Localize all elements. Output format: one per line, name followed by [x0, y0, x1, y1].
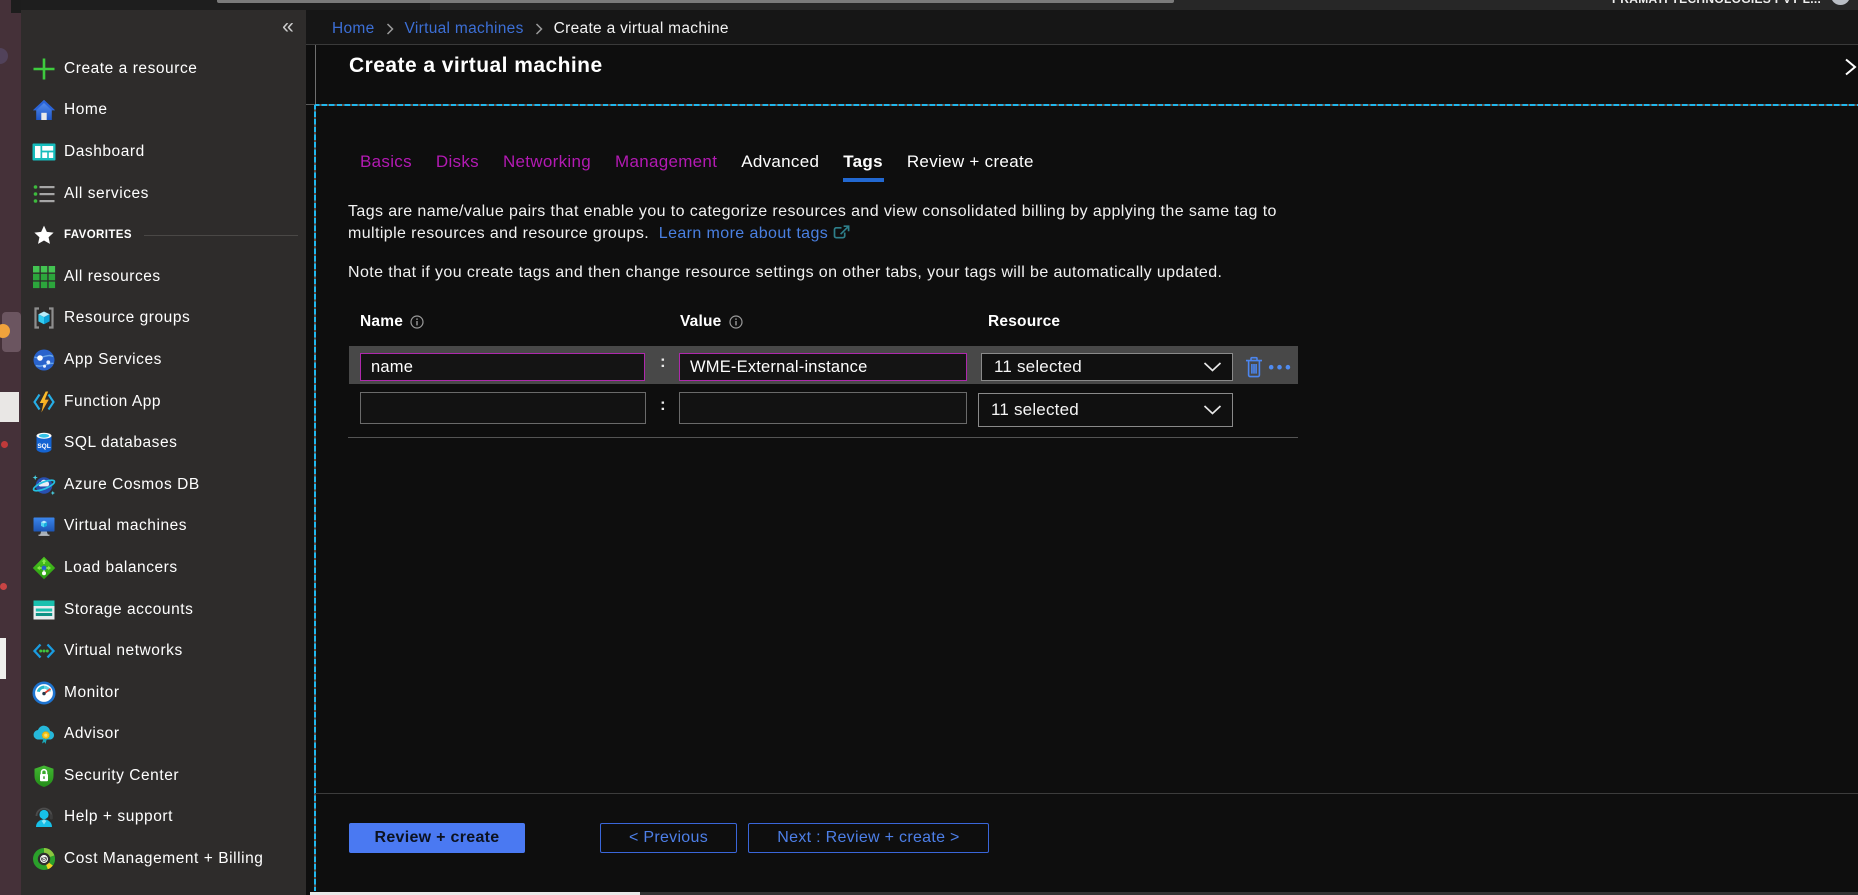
svg-text:SQL: SQL: [37, 443, 50, 450]
svg-text:$: $: [42, 856, 46, 863]
